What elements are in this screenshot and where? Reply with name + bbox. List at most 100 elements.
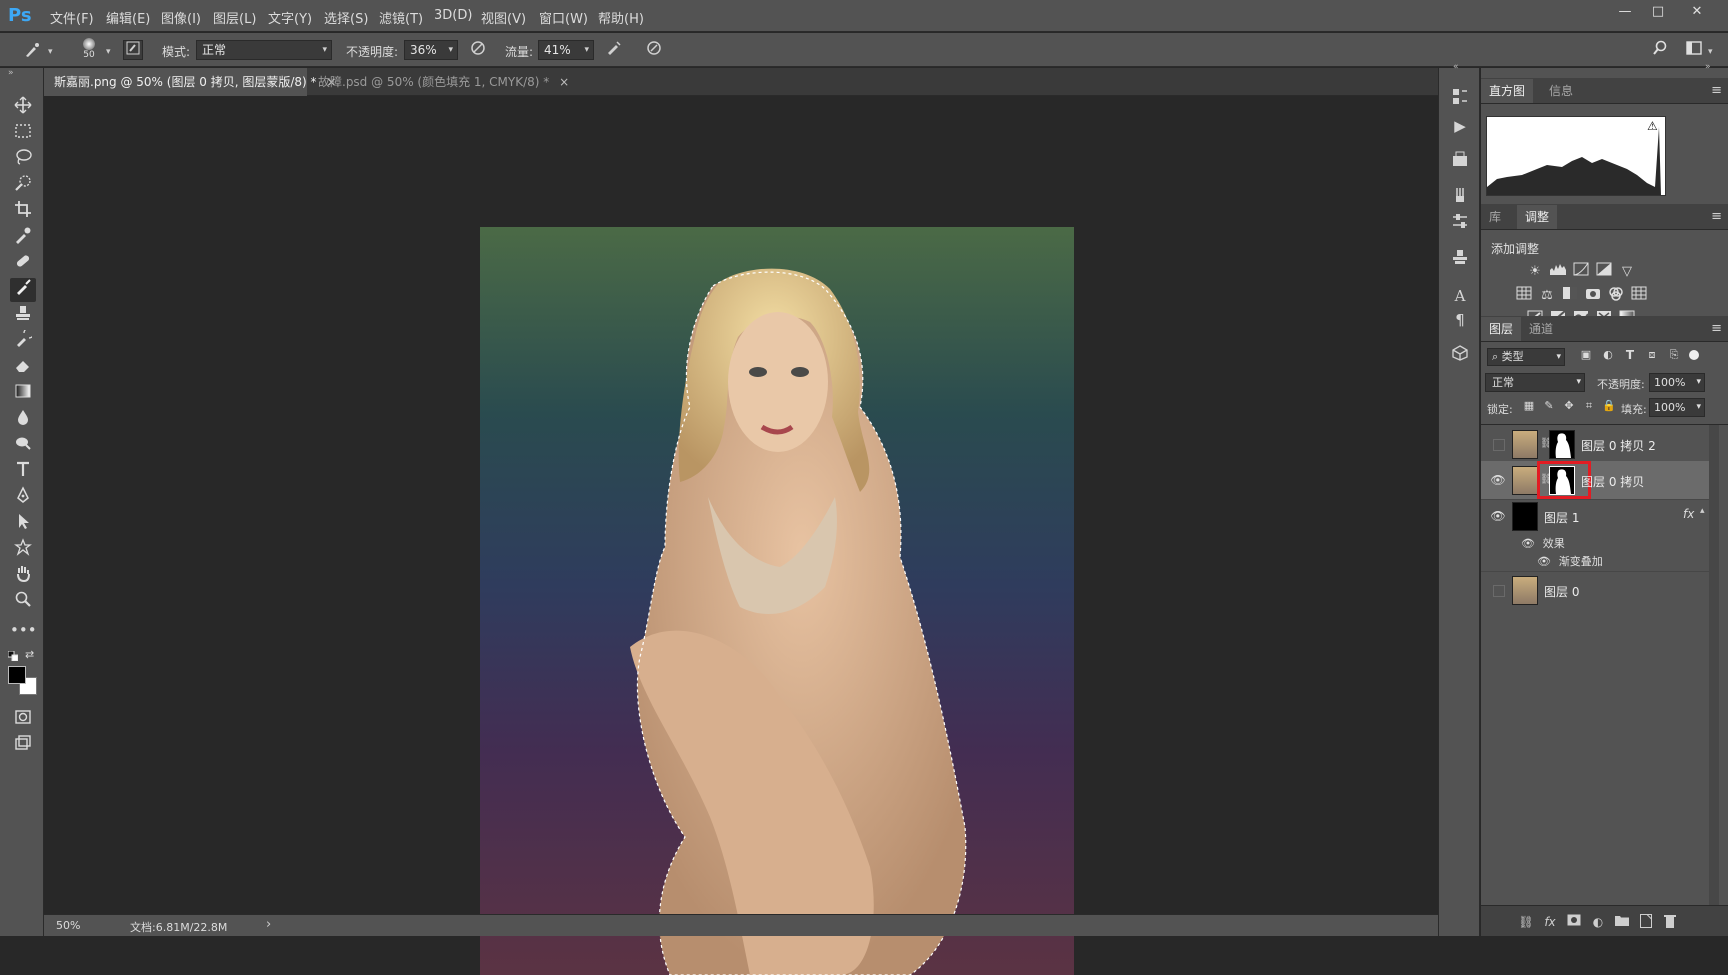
tab-close-icon[interactable]: ×: [559, 75, 569, 89]
path-selection-tool-icon[interactable]: [10, 512, 36, 536]
zoom-tool-icon[interactable]: [10, 590, 36, 614]
menu-view[interactable]: 视图(V): [481, 8, 526, 27]
menu-image[interactable]: 图像(I): [161, 8, 201, 27]
brightness-contrast-icon[interactable]: ☀: [1524, 262, 1546, 282]
clone-source-icon[interactable]: [1448, 248, 1472, 272]
add-layer-style-icon[interactable]: fx: [1541, 914, 1559, 930]
layer-row-selected[interactable]: 👁 ⛓ 图层 0 拷贝: [1481, 461, 1709, 500]
dodge-tool-icon[interactable]: [10, 434, 36, 458]
layer-thumbnail[interactable]: [1512, 502, 1538, 531]
add-mask-icon[interactable]: [1565, 914, 1583, 930]
eye-icon[interactable]: 👁: [1537, 555, 1551, 568]
custom-shape-tool-icon[interactable]: [10, 538, 36, 562]
swap-colors-icon[interactable]: ⇄: [25, 648, 34, 661]
chevron-down-icon[interactable]: ▾: [48, 47, 53, 57]
filter-pixel-icon[interactable]: ▣: [1577, 348, 1595, 366]
lock-artboard-icon[interactable]: ⌗: [1581, 399, 1597, 415]
photo-filter-icon[interactable]: [1582, 286, 1604, 306]
filter-type-icon[interactable]: T: [1621, 348, 1639, 366]
layers-scrollbar[interactable]: [1709, 425, 1719, 905]
new-group-icon[interactable]: [1613, 914, 1631, 930]
tab-channels[interactable]: 通道: [1521, 317, 1561, 341]
adjustments-sliders-icon[interactable]: [1448, 212, 1472, 236]
layer-opacity-input[interactable]: 100% ▾: [1649, 373, 1705, 392]
effects-row[interactable]: 👁 效果: [1521, 535, 1709, 553]
layer-row[interactable]: ⛓ 图层 0 拷贝 2: [1481, 425, 1709, 464]
tab-info[interactable]: 信息: [1541, 79, 1581, 103]
tab-libraries[interactable]: 库: [1481, 205, 1509, 229]
filter-toggle-icon[interactable]: [1689, 350, 1699, 360]
mode-select[interactable]: 正常 ▾: [196, 40, 332, 60]
menu-select[interactable]: 选择(S): [324, 8, 368, 27]
collapse-dock-icon[interactable]: «: [1453, 62, 1459, 72]
curves-icon[interactable]: [1570, 262, 1592, 282]
panel-menu-icon[interactable]: ≡: [1711, 321, 1722, 336]
airbrush-icon[interactable]: [604, 40, 624, 60]
blend-mode-select[interactable]: 正常 ▾: [1485, 373, 1585, 392]
collapse-panels-icon[interactable]: »: [1705, 62, 1711, 72]
menu-help[interactable]: 帮助(H): [598, 8, 644, 27]
layer-name[interactable]: 图层 1: [1544, 509, 1579, 526]
lasso-tool-icon[interactable]: [10, 148, 36, 172]
menu-filter[interactable]: 滤镜(T): [379, 8, 423, 27]
properties-panel-icon[interactable]: [1448, 150, 1472, 174]
3d-panel-icon[interactable]: [1448, 344, 1472, 368]
eyedropper-tool-icon[interactable]: [10, 226, 36, 250]
search-icon[interactable]: [1650, 40, 1670, 60]
foreground-color-swatch[interactable]: [8, 666, 26, 684]
tab-histogram[interactable]: 直方图: [1481, 79, 1534, 103]
quick-mask-icon[interactable]: [10, 708, 36, 732]
link-layers-icon[interactable]: ⛓: [1517, 914, 1535, 930]
blur-tool-icon[interactable]: [10, 408, 36, 432]
canvas-workspace[interactable]: [44, 96, 1438, 975]
color-balance-icon[interactable]: ⚖: [1536, 286, 1558, 306]
layer-name[interactable]: 图层 0: [1544, 583, 1579, 600]
menu-window[interactable]: 窗口(W): [539, 8, 588, 27]
brush-tool-icon[interactable]: [10, 278, 36, 302]
clone-stamp-tool-icon[interactable]: [10, 304, 36, 328]
menu-layer[interactable]: 图层(L): [213, 8, 256, 27]
layer-name[interactable]: 图层 0 拷贝 2: [1581, 437, 1656, 454]
character-panel-icon[interactable]: A: [1448, 284, 1472, 308]
pressure-opacity-icon[interactable]: [468, 40, 488, 60]
quick-selection-tool-icon[interactable]: [10, 174, 36, 198]
color-swatches[interactable]: [8, 666, 38, 696]
opacity-input[interactable]: 36% ▾: [404, 40, 458, 60]
layer-thumbnail[interactable]: [1512, 576, 1538, 605]
filter-shape-icon[interactable]: ⧈: [1643, 348, 1661, 366]
filter-smart-object-icon[interactable]: ⎘: [1665, 348, 1683, 366]
layer-filter-select[interactable]: ⌕ 类型 ▾: [1487, 348, 1565, 366]
flow-input[interactable]: 41% ▾: [538, 40, 594, 60]
menu-edit[interactable]: 编辑(E): [106, 8, 150, 27]
document-canvas[interactable]: [480, 227, 1074, 975]
history-brush-tool-icon[interactable]: [10, 327, 36, 354]
chevron-up-icon[interactable]: ▴: [1700, 506, 1705, 516]
layer-row[interactable]: 图层 0: [1481, 573, 1709, 609]
layer-thumbnail[interactable]: [1512, 430, 1538, 459]
screen-mode-icon[interactable]: [10, 734, 36, 758]
lock-transparent-icon[interactable]: ▦: [1521, 399, 1537, 415]
panel-menu-icon[interactable]: ≡: [1711, 209, 1722, 224]
exposure-icon[interactable]: [1593, 262, 1615, 282]
zoom-level[interactable]: 50%: [56, 919, 80, 932]
hand-tool-icon[interactable]: [10, 564, 36, 588]
levels-icon[interactable]: [1547, 262, 1569, 282]
gradient-tool-icon[interactable]: [10, 382, 36, 406]
visibility-toggle-off[interactable]: [1493, 585, 1505, 597]
brush-tool-preset-icon[interactable]: [22, 40, 42, 60]
menu-3d[interactable]: 3D(D): [434, 8, 472, 23]
maximize-button[interactable]: □: [1645, 2, 1671, 22]
tab-adjustments[interactable]: 调整: [1517, 205, 1558, 229]
new-adjustment-layer-icon[interactable]: ◐: [1589, 914, 1607, 930]
more-tools-icon[interactable]: •••: [10, 618, 37, 642]
filter-adjustment-icon[interactable]: ◐: [1599, 348, 1617, 366]
eye-icon[interactable]: 👁: [1521, 537, 1535, 550]
pen-tool-icon[interactable]: [10, 486, 36, 510]
crop-tool-icon[interactable]: [10, 200, 36, 224]
color-lookup-icon[interactable]: [1628, 286, 1650, 306]
black-white-icon[interactable]: [1559, 286, 1581, 306]
tab-document-active[interactable]: 斯嘉丽.png @ 50% (图层 0 拷贝, 图层蒙版/8) * ×: [44, 68, 336, 96]
brush-panel-toggle-icon[interactable]: [123, 40, 143, 60]
workspace-switcher-icon[interactable]: [1684, 40, 1704, 60]
lock-all-icon[interactable]: 🔒: [1601, 399, 1617, 415]
